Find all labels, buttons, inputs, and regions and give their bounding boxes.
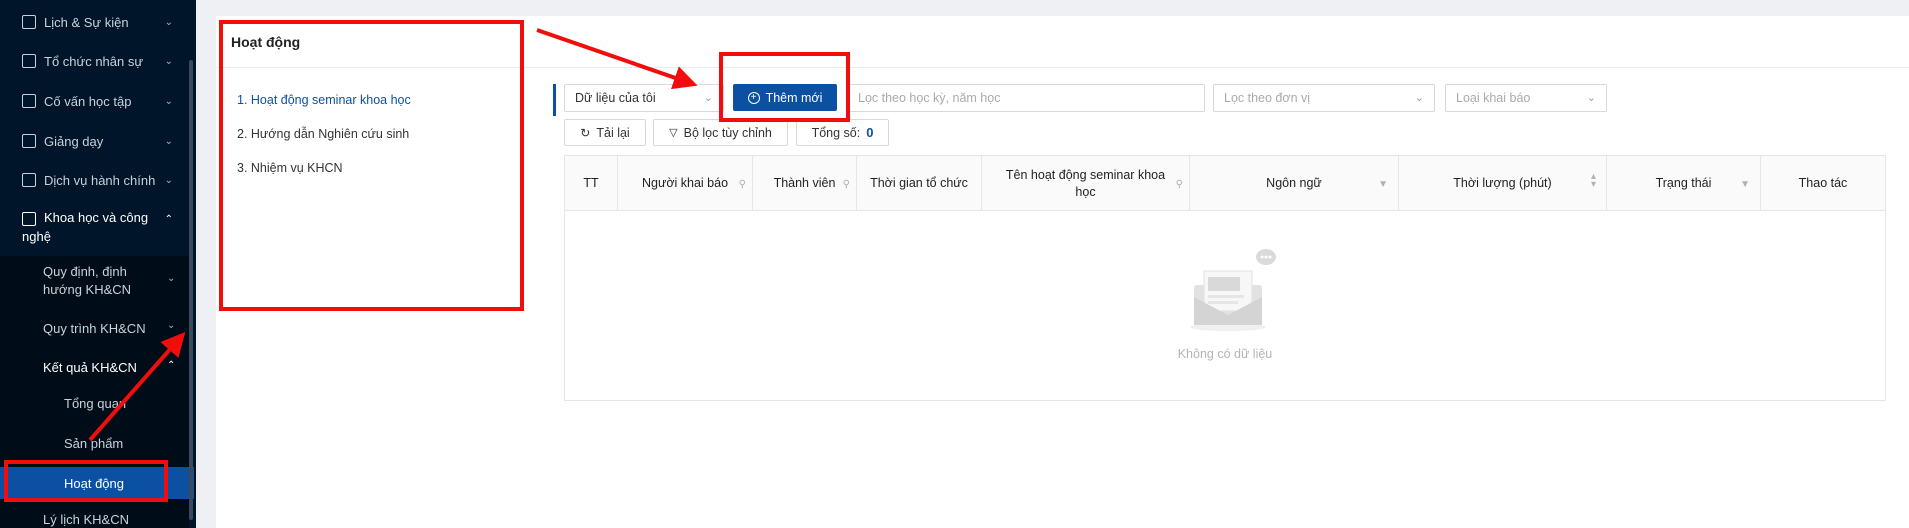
sidebar-item-admin-services[interactable]: Dịch vụ hành chính ⌄ bbox=[0, 170, 189, 190]
search-icon[interactable]: ⚲ bbox=[739, 176, 746, 193]
term-filter-placeholder: Lọc theo học kỳ, năm học bbox=[858, 91, 1001, 105]
annotation-box-add-button bbox=[719, 52, 850, 122]
sidebar-item-label: Giảng dạy bbox=[44, 133, 104, 149]
chevron-down-icon: ⌄ bbox=[1414, 92, 1424, 104]
total-value: 0 bbox=[866, 125, 874, 140]
column-header-tt: TT bbox=[565, 156, 618, 211]
chevron-up-icon: ⌃ bbox=[164, 214, 173, 225]
chevron-down-icon: ⌄ bbox=[1586, 92, 1596, 104]
document-icon bbox=[22, 173, 36, 187]
id-card-icon bbox=[22, 54, 36, 68]
calendar-icon bbox=[22, 15, 36, 29]
search-icon[interactable]: ⚲ bbox=[1176, 176, 1183, 193]
sidebar-item-label-continued: nghệ bbox=[22, 229, 51, 244]
chevron-down-icon: ⌄ bbox=[167, 320, 176, 331]
sidebar-scrollbar[interactable] bbox=[189, 60, 193, 520]
total-count-badge: Tổng số: 0 bbox=[796, 119, 889, 146]
data-scope-select[interactable]: Dữ liệu của tôi ⌄ bbox=[564, 84, 724, 112]
sidebar-item-products[interactable]: Sản phẩm bbox=[64, 436, 123, 451]
presentation-icon bbox=[22, 134, 36, 148]
column-header-status[interactable]: Trạng thái ▼ bbox=[1607, 156, 1761, 211]
sidebar-item-teaching[interactable]: Giảng dạy ⌄ bbox=[0, 131, 189, 151]
sidebar-subitem-label: Kết quả KH&CN bbox=[43, 360, 137, 375]
unit-filter-select[interactable]: Lọc theo đơn vị ⌄ bbox=[1213, 84, 1435, 112]
empty-inbox-icon bbox=[1190, 249, 1276, 331]
annotation-box-menu bbox=[219, 20, 524, 311]
filter-icon: ▽ bbox=[669, 127, 678, 139]
sidebar-subitem-label: Quy trình KH&CN bbox=[43, 321, 146, 336]
check-square-icon bbox=[22, 94, 36, 108]
toolbar-accent bbox=[553, 84, 556, 116]
sidebar-item-organization[interactable]: Tổ chức nhân sự ⌄ bbox=[0, 51, 189, 71]
declaration-type-select[interactable]: Loại khai báo ⌄ bbox=[1445, 84, 1607, 112]
data-scope-value: Dữ liệu của tôi bbox=[575, 91, 656, 105]
table-header: TT Người khai báo ⚲ Thành viên ⚲ Thời gian… bbox=[565, 156, 1885, 211]
sidebar-item-calendar[interactable]: Lịch & Sự kiện ⌄ bbox=[0, 12, 189, 32]
chart-icon bbox=[22, 212, 36, 226]
filter-icon[interactable]: ▼ bbox=[1378, 176, 1388, 193]
custom-filter-button[interactable]: ▽ Bộ lọc tùy chỉnh bbox=[653, 119, 788, 146]
term-filter-input[interactable]: Lọc theo học kỳ, năm học bbox=[847, 84, 1205, 112]
chevron-down-icon: ⌄ bbox=[167, 273, 176, 284]
column-header-duration[interactable]: Thời lượng (phút) ▴ ▾ bbox=[1399, 156, 1607, 211]
sidebar-item-label: Cố vấn học tập bbox=[44, 93, 132, 109]
column-header-actions: Thao tác bbox=[1798, 176, 1848, 190]
sidebar-subitem-label-continued: hướng KH&CN bbox=[43, 282, 132, 297]
sidebar-item-science-tech[interactable]: Khoa học và công nghệ ⌃ bbox=[0, 210, 189, 250]
column-header-declarer[interactable]: Người khai báo ⚲ bbox=[618, 156, 753, 211]
sidebar-item-label: Khoa học và công bbox=[44, 210, 149, 225]
unit-filter-placeholder: Lọc theo đơn vị bbox=[1224, 91, 1311, 105]
sidebar-item-advisor[interactable]: Cố vấn học tập ⌄ bbox=[0, 91, 189, 111]
reload-icon: ↻ bbox=[580, 125, 591, 140]
sidebar-item-label: Lịch & Sự kiện bbox=[44, 14, 129, 30]
sidebar-subitem-regulations[interactable]: Quy định, định hướng KH&CN bbox=[43, 264, 131, 297]
total-label: Tổng số: bbox=[811, 125, 861, 140]
declaration-type-placeholder: Loại khai báo bbox=[1456, 91, 1531, 105]
chevron-down-icon: ⌄ bbox=[164, 135, 173, 147]
column-header-language[interactable]: Ngôn ngữ ▼ bbox=[1190, 156, 1399, 211]
column-header-member[interactable]: Thành viên ⚲ bbox=[753, 156, 857, 211]
chevron-down-icon: ⌄ bbox=[703, 92, 713, 104]
sidebar: Lịch & Sự kiện ⌄ Tổ chức nhân sự ⌄ Cố vấ… bbox=[0, 0, 196, 528]
sidebar-subitem-process[interactable]: Quy trình KH&CN bbox=[43, 321, 146, 336]
column-header-time: Thời gian tổ chức bbox=[857, 156, 982, 211]
empty-state-text: Không có dữ liệu bbox=[1177, 347, 1273, 361]
reload-label: Tải lại bbox=[596, 125, 630, 140]
sidebar-item-label: Tổ chức nhân sự bbox=[44, 53, 144, 69]
chevron-down-icon: ⌄ bbox=[164, 55, 173, 67]
annotation-box-activities bbox=[4, 460, 168, 502]
chevron-up-icon: ⌃ bbox=[167, 360, 176, 371]
chevron-down-icon: ⌄ bbox=[164, 174, 173, 186]
custom-filter-label: Bộ lọc tùy chỉnh bbox=[683, 125, 772, 140]
sidebar-subitem-label: Quy định, định bbox=[43, 264, 127, 279]
sort-icon[interactable]: ▴ ▾ bbox=[1591, 172, 1596, 190]
sidebar-item-label: Dịch vụ hành chính bbox=[44, 172, 156, 188]
search-icon[interactable]: ⚲ bbox=[843, 176, 850, 193]
sidebar-subitem-results[interactable]: Kết quả KH&CN bbox=[43, 360, 137, 375]
filter-icon[interactable]: ▼ bbox=[1740, 176, 1750, 193]
sidebar-item-overview[interactable]: Tổng quan bbox=[64, 396, 126, 411]
sidebar-item-cv[interactable]: Lý lịch KH&CN bbox=[43, 512, 129, 527]
reload-button[interactable]: ↻ Tải lại bbox=[564, 119, 646, 146]
column-header-name[interactable]: Tên hoạt động seminar khoa học ⚲ bbox=[982, 156, 1190, 211]
chevron-down-icon: ⌄ bbox=[164, 16, 173, 28]
chevron-down-icon: ⌄ bbox=[164, 95, 173, 107]
